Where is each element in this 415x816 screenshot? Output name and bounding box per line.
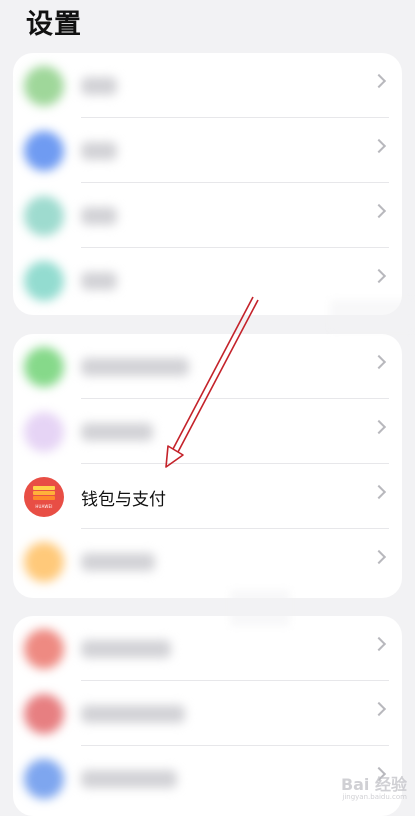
arrow-shaft [172, 296, 254, 450]
watermark: Bai 经验 [340, 775, 407, 794]
annotation-arrow [165, 296, 259, 468]
arrow-head [165, 445, 184, 468]
watermark-sub: jingyan.baidu.com [342, 793, 407, 801]
arrow-shaft [177, 299, 259, 453]
